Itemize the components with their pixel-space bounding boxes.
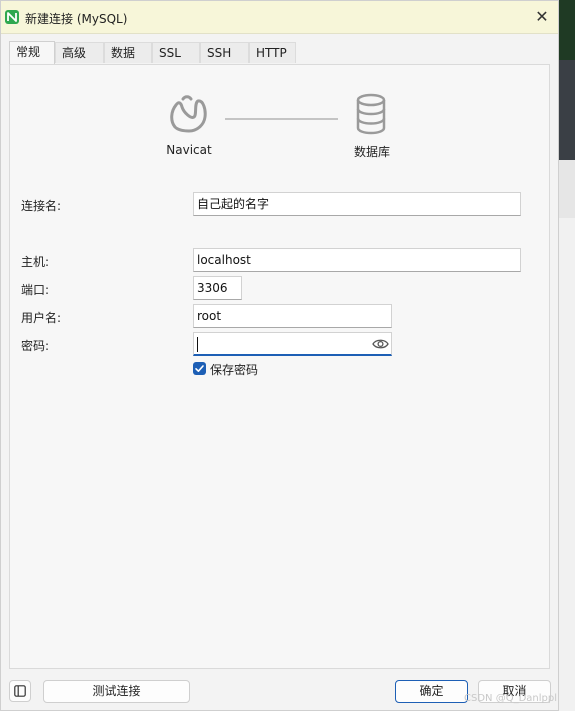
tab-http[interactable]: HTTP	[249, 42, 296, 63]
host-input[interactable]: localhost	[193, 248, 521, 272]
username-label: 用户名:	[21, 311, 62, 325]
connection-name-value: 自己起的名字	[197, 197, 270, 211]
tab-label: HTTP	[256, 46, 287, 60]
password-label: 密码:	[21, 339, 50, 353]
port-input[interactable]: 3306	[193, 276, 242, 300]
save-password-label: 保存密码	[210, 363, 259, 377]
general-tab-panel: Navicat 数据库 连接名: 自己起的名字 主机: localhost 端口…	[9, 64, 550, 669]
background-region	[557, 0, 575, 60]
toggle-panel-button[interactable]	[9, 680, 31, 702]
tab-databases[interactable]: 数据库	[104, 42, 152, 81]
save-password-checkbox[interactable]	[193, 362, 206, 375]
port-value: 3306	[197, 281, 228, 295]
text-caret	[197, 337, 198, 352]
username-input[interactable]: root	[193, 304, 392, 328]
host-value: localhost	[197, 253, 251, 267]
background-window-strip	[557, 0, 575, 711]
tab-general[interactable]: 常规	[9, 41, 55, 64]
sidebar-panel-icon	[14, 685, 26, 697]
navicat-label: Navicat	[166, 143, 212, 157]
title-bar: 新建连接 (MySQL) ✕	[1, 1, 558, 34]
database-label: 数据库	[353, 145, 390, 159]
connection-name-label: 连接名:	[21, 199, 62, 213]
ok-button[interactable]: 确定	[395, 680, 468, 703]
tab-advanced[interactable]: 高级	[55, 42, 104, 63]
ok-label: 确定	[419, 684, 444, 698]
host-label: 主机:	[21, 255, 50, 269]
tab-label: SSH	[207, 46, 232, 60]
watermark-text: CSDN @Q_Danlppl	[464, 693, 557, 704]
port-label: 端口:	[21, 283, 50, 297]
background-region	[557, 218, 575, 711]
database-icon	[354, 93, 388, 138]
tab-label: 常规	[16, 45, 41, 59]
test-connection-button[interactable]: 测试连接	[43, 680, 190, 703]
connection-line	[225, 118, 338, 120]
connection-name-input[interactable]: 自己起的名字	[193, 192, 521, 216]
navicat-app-icon	[5, 10, 19, 24]
test-connection-label: 测试连接	[92, 684, 141, 698]
close-button[interactable]: ✕	[530, 6, 554, 28]
show-password-eye-icon[interactable]	[372, 336, 389, 358]
close-icon: ✕	[535, 7, 549, 26]
tab-label: SSL	[159, 46, 181, 60]
new-connection-dialog: 新建连接 (MySQL) ✕ 常规 高级 数据库 SSL SSH HTTP	[0, 0, 559, 711]
password-input[interactable]	[193, 332, 392, 356]
tab-ssl[interactable]: SSL	[152, 42, 200, 63]
tab-ssh[interactable]: SSH	[200, 42, 249, 63]
tab-label: 高级	[62, 46, 87, 60]
navicat-logo-icon	[167, 93, 209, 138]
background-region	[557, 160, 575, 218]
window-title: 新建连接 (MySQL)	[25, 12, 128, 26]
checkmark-icon	[195, 365, 204, 372]
username-value: root	[197, 309, 222, 323]
